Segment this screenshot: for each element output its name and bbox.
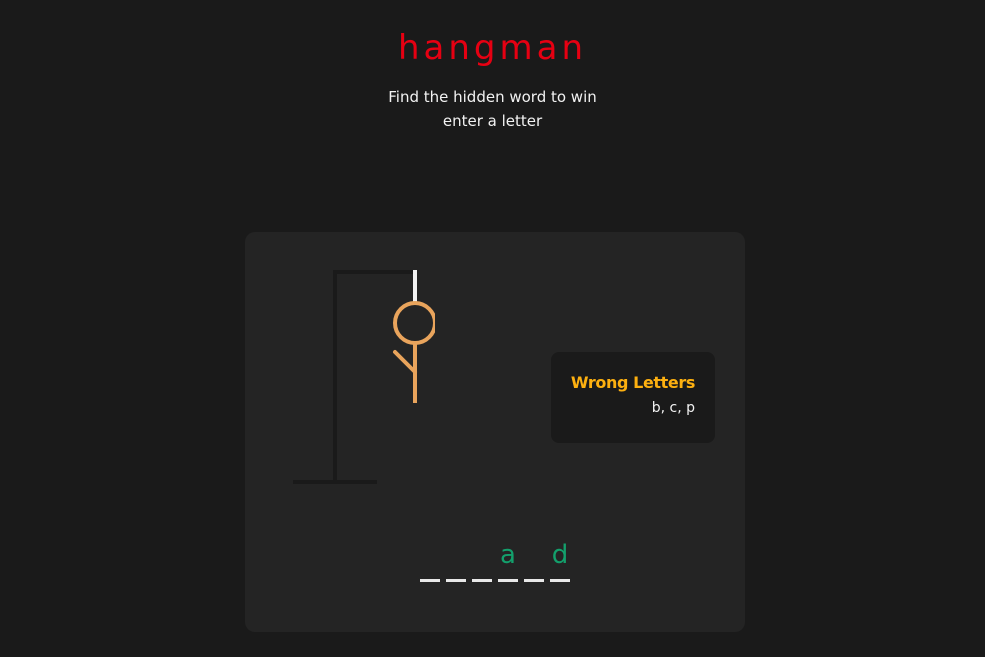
letter-slot (420, 536, 440, 582)
wrong-letters-list: b, c, p (651, 400, 695, 416)
instruction-line-2: enter a letter (442, 112, 543, 130)
instruction-line-1: Find the hidden word to win (388, 88, 597, 106)
hidden-word: ad (420, 536, 570, 582)
hangman-game: hangman Find the hidden word to win ente… (0, 0, 985, 657)
figure-arm (393, 350, 417, 374)
letter-slot (472, 536, 492, 582)
letter-slot (446, 536, 466, 582)
letter-slot: a (498, 536, 518, 582)
wrong-letters-heading: Wrong Letters (570, 373, 695, 392)
hangman-figure (293, 270, 435, 484)
wrong-letters-box: Wrong Letters b, c, p (551, 352, 715, 443)
figure-head (393, 301, 435, 345)
letter-slot: d (550, 536, 570, 582)
game-title: hangman (397, 28, 588, 68)
letter-slot (524, 536, 544, 582)
game-panel: Wrong Letters b, c, p ad (245, 232, 745, 632)
instructions: Find the hidden word to win enter a lett… (0, 85, 985, 133)
